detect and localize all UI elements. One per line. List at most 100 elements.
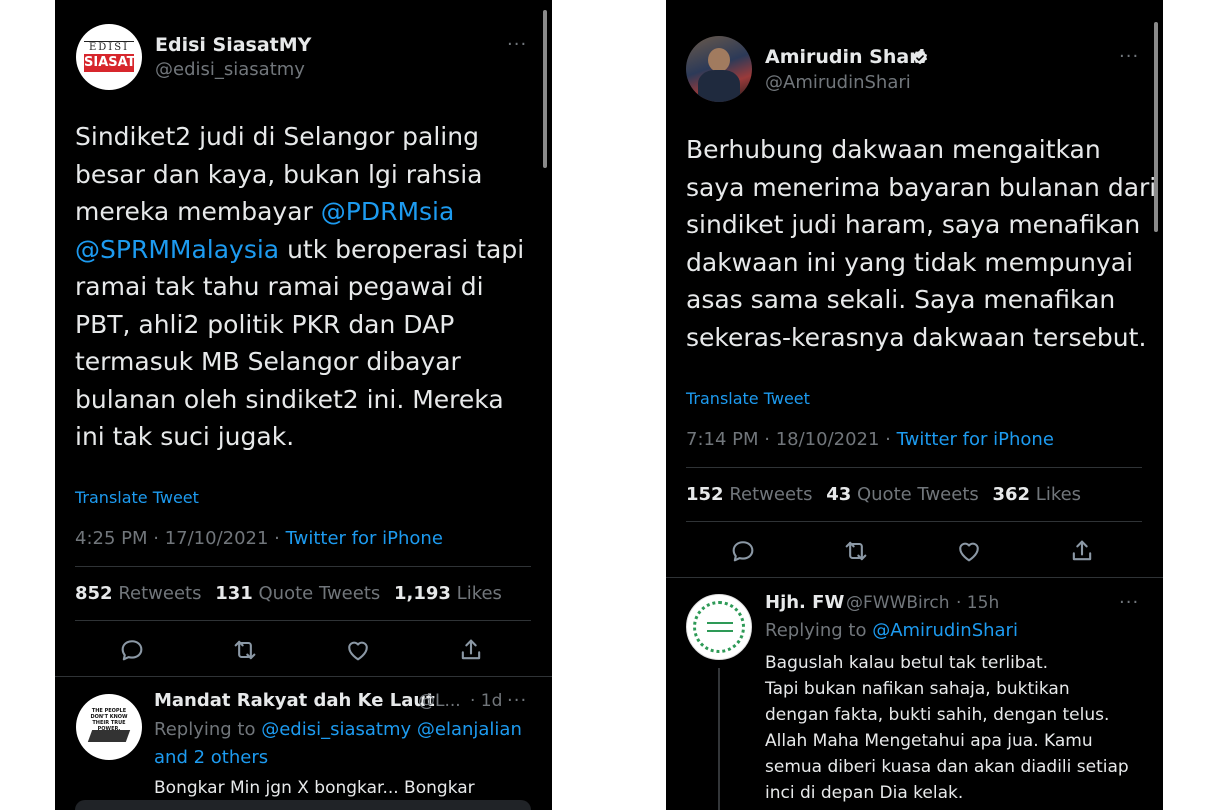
reply-age: · 1d (470, 691, 503, 711)
translate-tweet-link[interactable]: Translate Tweet (686, 389, 810, 408)
quotes-label[interactable]: Quote Tweets (857, 484, 979, 505)
tweet-text-segment: utk beroperasi tapi (279, 234, 525, 264)
replying-to-link[interactable]: @AmirudinShari (872, 620, 1018, 641)
likes-label[interactable]: Likes (457, 583, 502, 604)
retweet-count[interactable]: 152 (686, 484, 724, 505)
reply-line: semua diberi kuasa dan akan diadili seti… (765, 757, 1129, 777)
divider (686, 467, 1142, 468)
tweet-line: @SPRMMalaysia utk beroperasi tapi (75, 231, 524, 269)
tweet-line: sindiket judi haram, saya menafikan (686, 210, 1141, 239)
replying-to-link[interactable]: @edisi_siasatmy @elanjalian (261, 719, 522, 740)
tweet-text-segment: Sindiket2 judi di Selangor paling (75, 122, 479, 151)
reply-icon[interactable] (729, 537, 757, 565)
replying-to-others-link[interactable]: and 2 others (154, 747, 268, 768)
retweets-label[interactable]: Retweets (118, 583, 201, 604)
tweet-timestamp: 7:14 PM · 18/10/2021 · (686, 429, 897, 450)
edisi-siasat-avatar[interactable]: EDISI SIASAT (76, 24, 142, 90)
more-icon[interactable]: ··· (507, 34, 527, 55)
amirudin-avatar[interactable] (686, 36, 752, 102)
replying-prefix: Replying to (765, 620, 873, 641)
reply-icon[interactable] (118, 636, 146, 664)
divider (55, 676, 552, 677)
tweet-stats: 852 Retweets 131 Quote Tweets 1,193 Like… (75, 583, 502, 604)
replying-to-others: and 2 others (154, 744, 268, 771)
reply-line: dengan fakta, bukti sahih, dengan telus. (765, 705, 1110, 725)
more-icon[interactable]: ··· (1119, 592, 1139, 613)
quotes-label[interactable]: Quote Tweets (259, 583, 381, 604)
divider (666, 577, 1163, 578)
tweet-line: bulanan oleh sindiket2 ini. Mereka (75, 381, 524, 419)
author-name[interactable]: Amirudin Shari (765, 46, 925, 68)
author-name[interactable]: Edisi SiasatMY (155, 34, 311, 56)
tweet-text-segment: mereka membayar (75, 197, 321, 226)
divider (75, 566, 531, 567)
reply-line: Allah Maha Mengetahui apa jua. Kamu (765, 731, 1093, 751)
avatar-body (698, 70, 740, 102)
author-handle[interactable]: @edisi_siasatmy (155, 59, 305, 80)
avatar-calligraphy (707, 622, 733, 632)
tweet-line: Berhubung dakwaan mengaitkan (686, 135, 1101, 164)
share-icon[interactable] (457, 636, 485, 664)
quote-count[interactable]: 131 (215, 583, 253, 604)
logo-bottom-text: SIASAT (84, 54, 136, 72)
retweet-icon[interactable] (842, 537, 870, 565)
like-count[interactable]: 1,193 (394, 583, 451, 604)
reply-line: Tapi bukan nafikan sahaja, buktikan (765, 679, 1070, 699)
like-count[interactable]: 362 (992, 484, 1030, 505)
tweet-text: Sindiket2 judi di Selangor paling besar d… (75, 118, 524, 456)
tweet-line: saya menerima bayaran bulanan dari (686, 172, 1157, 202)
tweet-meta: 4:25 PM · 17/10/2021 · Twitter for iPhon… (75, 528, 443, 549)
retweet-icon[interactable] (231, 636, 259, 664)
tweet-line: mereka membayar @PDRMsia (75, 193, 524, 231)
divider (686, 521, 1142, 522)
translate-tweet-link[interactable]: Translate Tweet (75, 488, 199, 507)
author-handle[interactable]: @AmirudinShari (765, 72, 911, 93)
tweet-stats: 152 Retweets 43 Quote Tweets 362 Likes (686, 484, 1081, 505)
scrollbar[interactable] (543, 10, 547, 168)
tweet-text-segment: ramai tak tahu ramai pegawai di (75, 272, 484, 301)
tweet-text-segment: ini tak suci jugak. (75, 422, 295, 451)
tweet-timestamp: 4:25 PM · 17/10/2021 · (75, 528, 286, 549)
tweet-line: ini tak suci jugak. (75, 418, 524, 456)
reply-avatar[interactable]: THE PEOPLE DON'T KNOW THEIR TRUE POWER. (76, 694, 142, 760)
tweet-text: Berhubung dakwaan mengaitkan saya menerim… (686, 131, 1156, 356)
avatar-text: THE PEOPLE DON'T KNOW THEIR TRUE POWER. (90, 708, 128, 732)
reply-age: · 15h (956, 593, 1000, 613)
left-tweet-screenshot: EDISI SIASAT Edisi SiasatMY @edisi_siasa… (55, 0, 552, 810)
reply-compose-bar[interactable] (75, 800, 531, 810)
tweet-source-link[interactable]: Twitter for iPhone (286, 528, 443, 549)
quote-count[interactable]: 43 (826, 484, 851, 505)
mention-link[interactable]: @SPRMMalaysia (75, 235, 279, 264)
reply-author-name[interactable]: Mandat Rakyat dah Ke Laut (154, 690, 435, 711)
replying-to: Replying to @edisi_siasatmy @elanjalian (154, 716, 522, 743)
thread-line (718, 668, 720, 810)
tweet-meta: 7:14 PM · 18/10/2021 · Twitter for iPhon… (686, 429, 1054, 450)
like-icon[interactable] (344, 636, 372, 664)
reply-line: Baguslah kalau betul tak terlibat. (765, 653, 1049, 673)
reply-author-handle[interactable]: @L... (418, 691, 461, 711)
avatar-face (708, 48, 730, 72)
tweet-text-segment: PBT, ahli2 politik PKR dan DAP (75, 309, 455, 339)
retweet-count[interactable]: 852 (75, 583, 113, 604)
replying-prefix: Replying to (154, 719, 262, 740)
likes-label[interactable]: Likes (1036, 484, 1081, 505)
more-icon[interactable]: ··· (1119, 46, 1139, 67)
verified-icon (911, 49, 929, 67)
mention-link[interactable]: @PDRMsia (321, 197, 455, 226)
reply-author-handle[interactable]: @FWWBirch (846, 593, 950, 613)
logo-top-text: EDISI (84, 41, 134, 53)
tweet-source-link[interactable]: Twitter for iPhone (897, 429, 1054, 450)
right-tweet-screenshot: Amirudin Shari @AmirudinShari ··· Berhub… (666, 0, 1163, 810)
tweet-line: PBT, ahli2 politik PKR dan DAP (75, 306, 524, 344)
reply-text: Baguslah kalau betul tak terlibat. Tapi b… (765, 650, 1129, 806)
retweets-label[interactable]: Retweets (729, 484, 812, 505)
tweet-line: asas sama sekali. Saya menafikan (686, 285, 1116, 314)
more-icon[interactable]: ··· (507, 690, 527, 711)
like-icon[interactable] (955, 537, 983, 565)
reply-text: Bongkar Min jgn X bongkar... Bongkar (154, 778, 475, 798)
share-icon[interactable] (1068, 537, 1096, 565)
reply-author-name[interactable]: Hjh. FW (765, 592, 844, 613)
reply-avatar[interactable] (686, 594, 752, 660)
tweet-line: Sindiket2 judi di Selangor paling (75, 118, 524, 156)
tweet-text-segment: termasuk MB Selangor dibayar (75, 347, 461, 376)
